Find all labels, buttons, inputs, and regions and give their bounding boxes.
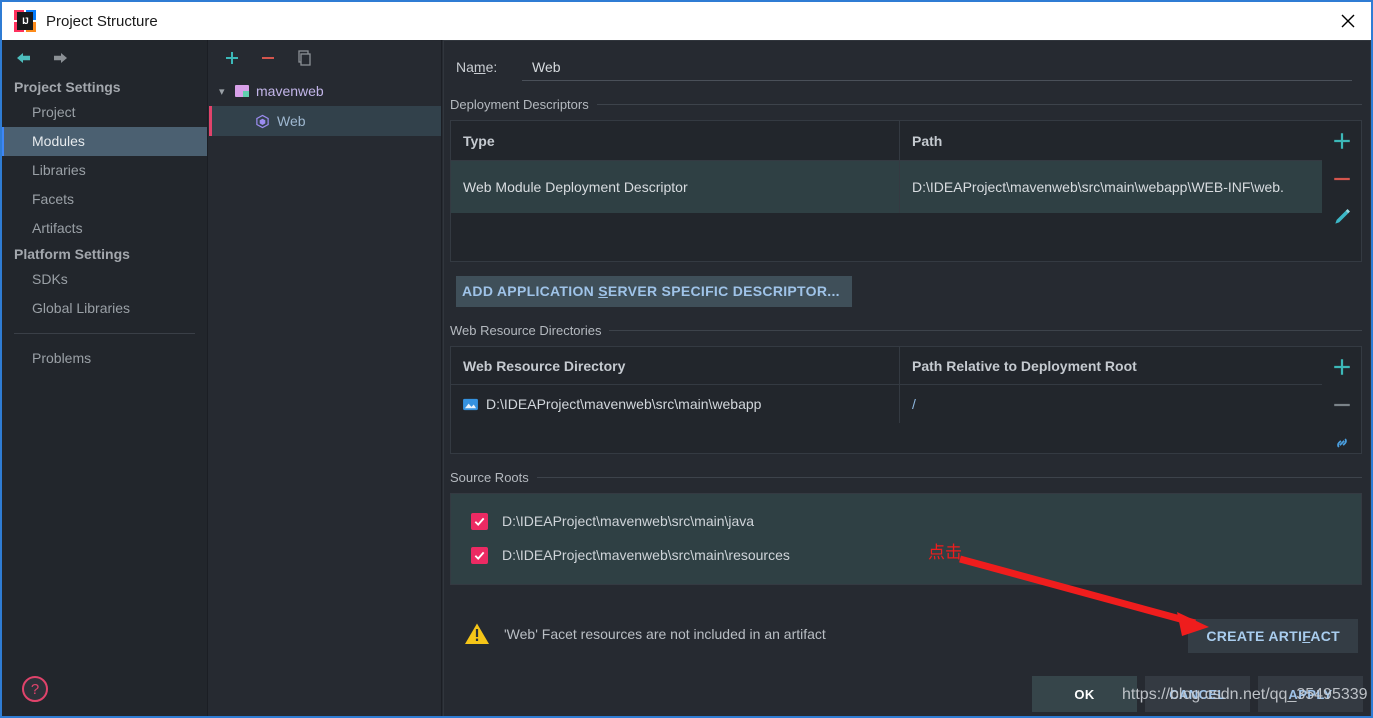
source-root-path: D:\IDEAProject\mavenweb\src\main\resourc… — [502, 547, 790, 563]
cell-path: D:\IDEAProject\mavenweb\src\main\webapp\… — [912, 179, 1284, 195]
link-icon[interactable] — [1332, 433, 1352, 453]
group-divider-line — [536, 477, 1362, 478]
deployment-descriptors-table-wrap: Type Path Web Module Deployment Descript… — [450, 120, 1362, 262]
table-empty-area — [451, 213, 1322, 261]
source-root-checkbox[interactable] — [471, 546, 488, 564]
close-icon[interactable] — [1325, 2, 1371, 40]
plus-icon[interactable] — [1332, 131, 1352, 151]
source-roots-group: Source Roots D:\IDEAProject\mavenweb\src… — [450, 470, 1362, 585]
column-header-web-resource-directory[interactable]: Web Resource Directory — [451, 358, 899, 374]
back-arrow-icon[interactable] — [14, 50, 34, 66]
copy-icon[interactable] — [295, 49, 313, 67]
tree-node-label: mavenweb — [256, 83, 324, 99]
column-header-type[interactable]: Type — [451, 133, 899, 149]
create-artifact-button[interactable]: CREATE ARTIFACT — [1188, 619, 1358, 653]
sidebar-item-global-libraries[interactable]: Global Libraries — [2, 294, 207, 323]
facet-settings-panel: Name: Web Deployment Descriptors Type Pa… — [443, 40, 1371, 716]
pencil-edit-icon[interactable] — [1332, 207, 1352, 227]
source-roots-list: D:\IDEAProject\mavenweb\src\main\java D:… — [450, 493, 1362, 585]
deployment-descriptors-tools — [1322, 120, 1362, 262]
image-folder-icon — [463, 398, 478, 411]
sidebar-item-problems[interactable]: Problems — [2, 344, 207, 373]
facet-warning-bar: 'Web' Facet resources are not included i… — [450, 605, 1362, 663]
navigation-arrows — [2, 40, 207, 76]
cancel-button[interactable]: CANCEL — [1145, 676, 1250, 712]
column-header-path-relative[interactable]: Path Relative to Deployment Root — [900, 358, 1322, 374]
help-icon[interactable]: ? — [22, 676, 48, 702]
source-root-checkbox[interactable] — [471, 512, 488, 530]
plus-icon[interactable] — [1332, 357, 1352, 377]
deployment-descriptors-title: Deployment Descriptors — [450, 97, 589, 112]
table-header-row: Web Resource Directory Path Relative to … — [451, 347, 1322, 385]
apply-button[interactable]: APPLY — [1258, 676, 1363, 712]
dialog-body: Project Settings Project Modules Librari… — [2, 40, 1371, 716]
plus-icon[interactable] — [223, 49, 241, 67]
name-input[interactable]: Web — [522, 59, 1352, 81]
deployment-descriptors-table: Type Path Web Module Deployment Descript… — [450, 120, 1322, 262]
table-row[interactable]: Web Module Deployment Descriptor D:\IDEA… — [451, 161, 1322, 213]
web-resource-directories-title: Web Resource Directories — [450, 323, 602, 338]
tree-node-label: Web — [277, 113, 306, 129]
warning-triangle-icon — [464, 622, 490, 646]
table-row[interactable]: D:\IDEAProject\mavenweb\src\main\webapp … — [451, 385, 1322, 423]
web-facet-cube-icon — [255, 114, 270, 129]
sidebar-divider — [14, 333, 195, 334]
sidebar-item-modules[interactable]: Modules — [2, 127, 207, 156]
table-header-row: Type Path — [451, 121, 1322, 161]
ok-button[interactable]: OK — [1032, 676, 1137, 712]
chevron-down-icon[interactable]: ▾ — [219, 85, 231, 98]
deployment-descriptors-group: Deployment Descriptors Type Path Web Mod… — [450, 97, 1362, 307]
list-item[interactable]: D:\IDEAProject\mavenweb\src\main\resourc… — [451, 538, 1361, 572]
module-tree-toolbar — [209, 40, 441, 76]
sidebar-item-sdks[interactable]: SDKs — [2, 265, 207, 294]
web-resource-directories-group: Web Resource Directories Web Resource Di… — [450, 323, 1362, 454]
cell-relative-path: / — [912, 396, 916, 412]
web-resource-directories-tools — [1322, 346, 1362, 454]
web-resource-directories-table: Web Resource Directory Path Relative to … — [450, 346, 1322, 454]
name-row: Name: Web — [444, 41, 1370, 81]
warning-message: 'Web' Facet resources are not included i… — [504, 626, 826, 642]
minus-icon[interactable] — [259, 49, 277, 67]
source-root-path: D:\IDEAProject\mavenweb\src\main\java — [502, 513, 755, 529]
project-structure-dialog: IJ Project Structure Project Settings Pr… — [0, 0, 1373, 718]
list-item[interactable]: D:\IDEAProject\mavenweb\src\main\java — [451, 504, 1361, 538]
settings-sidebar: Project Settings Project Modules Librari… — [2, 40, 208, 716]
add-application-server-specific-descriptor-button[interactable]: ADD APPLICATION SERVER SPECIFIC DESCRIPT… — [456, 276, 852, 307]
cell-type: Web Module Deployment Descriptor — [463, 179, 688, 195]
module-tree-pane: ▾ mavenweb Web — [209, 40, 442, 716]
tree-node-web[interactable]: Web — [209, 106, 441, 136]
tree-node-mavenweb[interactable]: ▾ mavenweb — [209, 76, 441, 106]
web-resource-directories-table-wrap: Web Resource Directory Path Relative to … — [450, 346, 1362, 454]
forward-arrow-icon[interactable] — [50, 50, 70, 66]
sidebar-item-facets[interactable]: Facets — [2, 185, 207, 214]
sidebar-item-libraries[interactable]: Libraries — [2, 156, 207, 185]
sidebar-item-project[interactable]: Project — [2, 98, 207, 127]
group-divider-line — [596, 104, 1362, 105]
folder-module-icon — [235, 85, 249, 97]
column-header-path[interactable]: Path — [900, 133, 1322, 149]
window-title: Project Structure — [46, 12, 158, 30]
sidebar-item-artifacts[interactable]: Artifacts — [2, 214, 207, 243]
sidebar-heading-platform-settings: Platform Settings — [14, 246, 130, 262]
minus-icon[interactable] — [1332, 395, 1352, 415]
intellij-idea-icon: IJ — [14, 10, 36, 32]
sidebar-heading-project-settings: Project Settings — [14, 79, 121, 95]
dialog-button-bar: OK CANCEL APPLY — [1032, 676, 1363, 712]
name-label: Name: — [456, 59, 498, 75]
title-bar: IJ Project Structure — [2, 2, 1371, 40]
source-roots-title: Source Roots — [450, 470, 529, 485]
group-divider-line — [609, 330, 1362, 331]
minus-icon[interactable] — [1332, 169, 1352, 189]
cell-directory: D:\IDEAProject\mavenweb\src\main\webapp — [486, 396, 762, 412]
